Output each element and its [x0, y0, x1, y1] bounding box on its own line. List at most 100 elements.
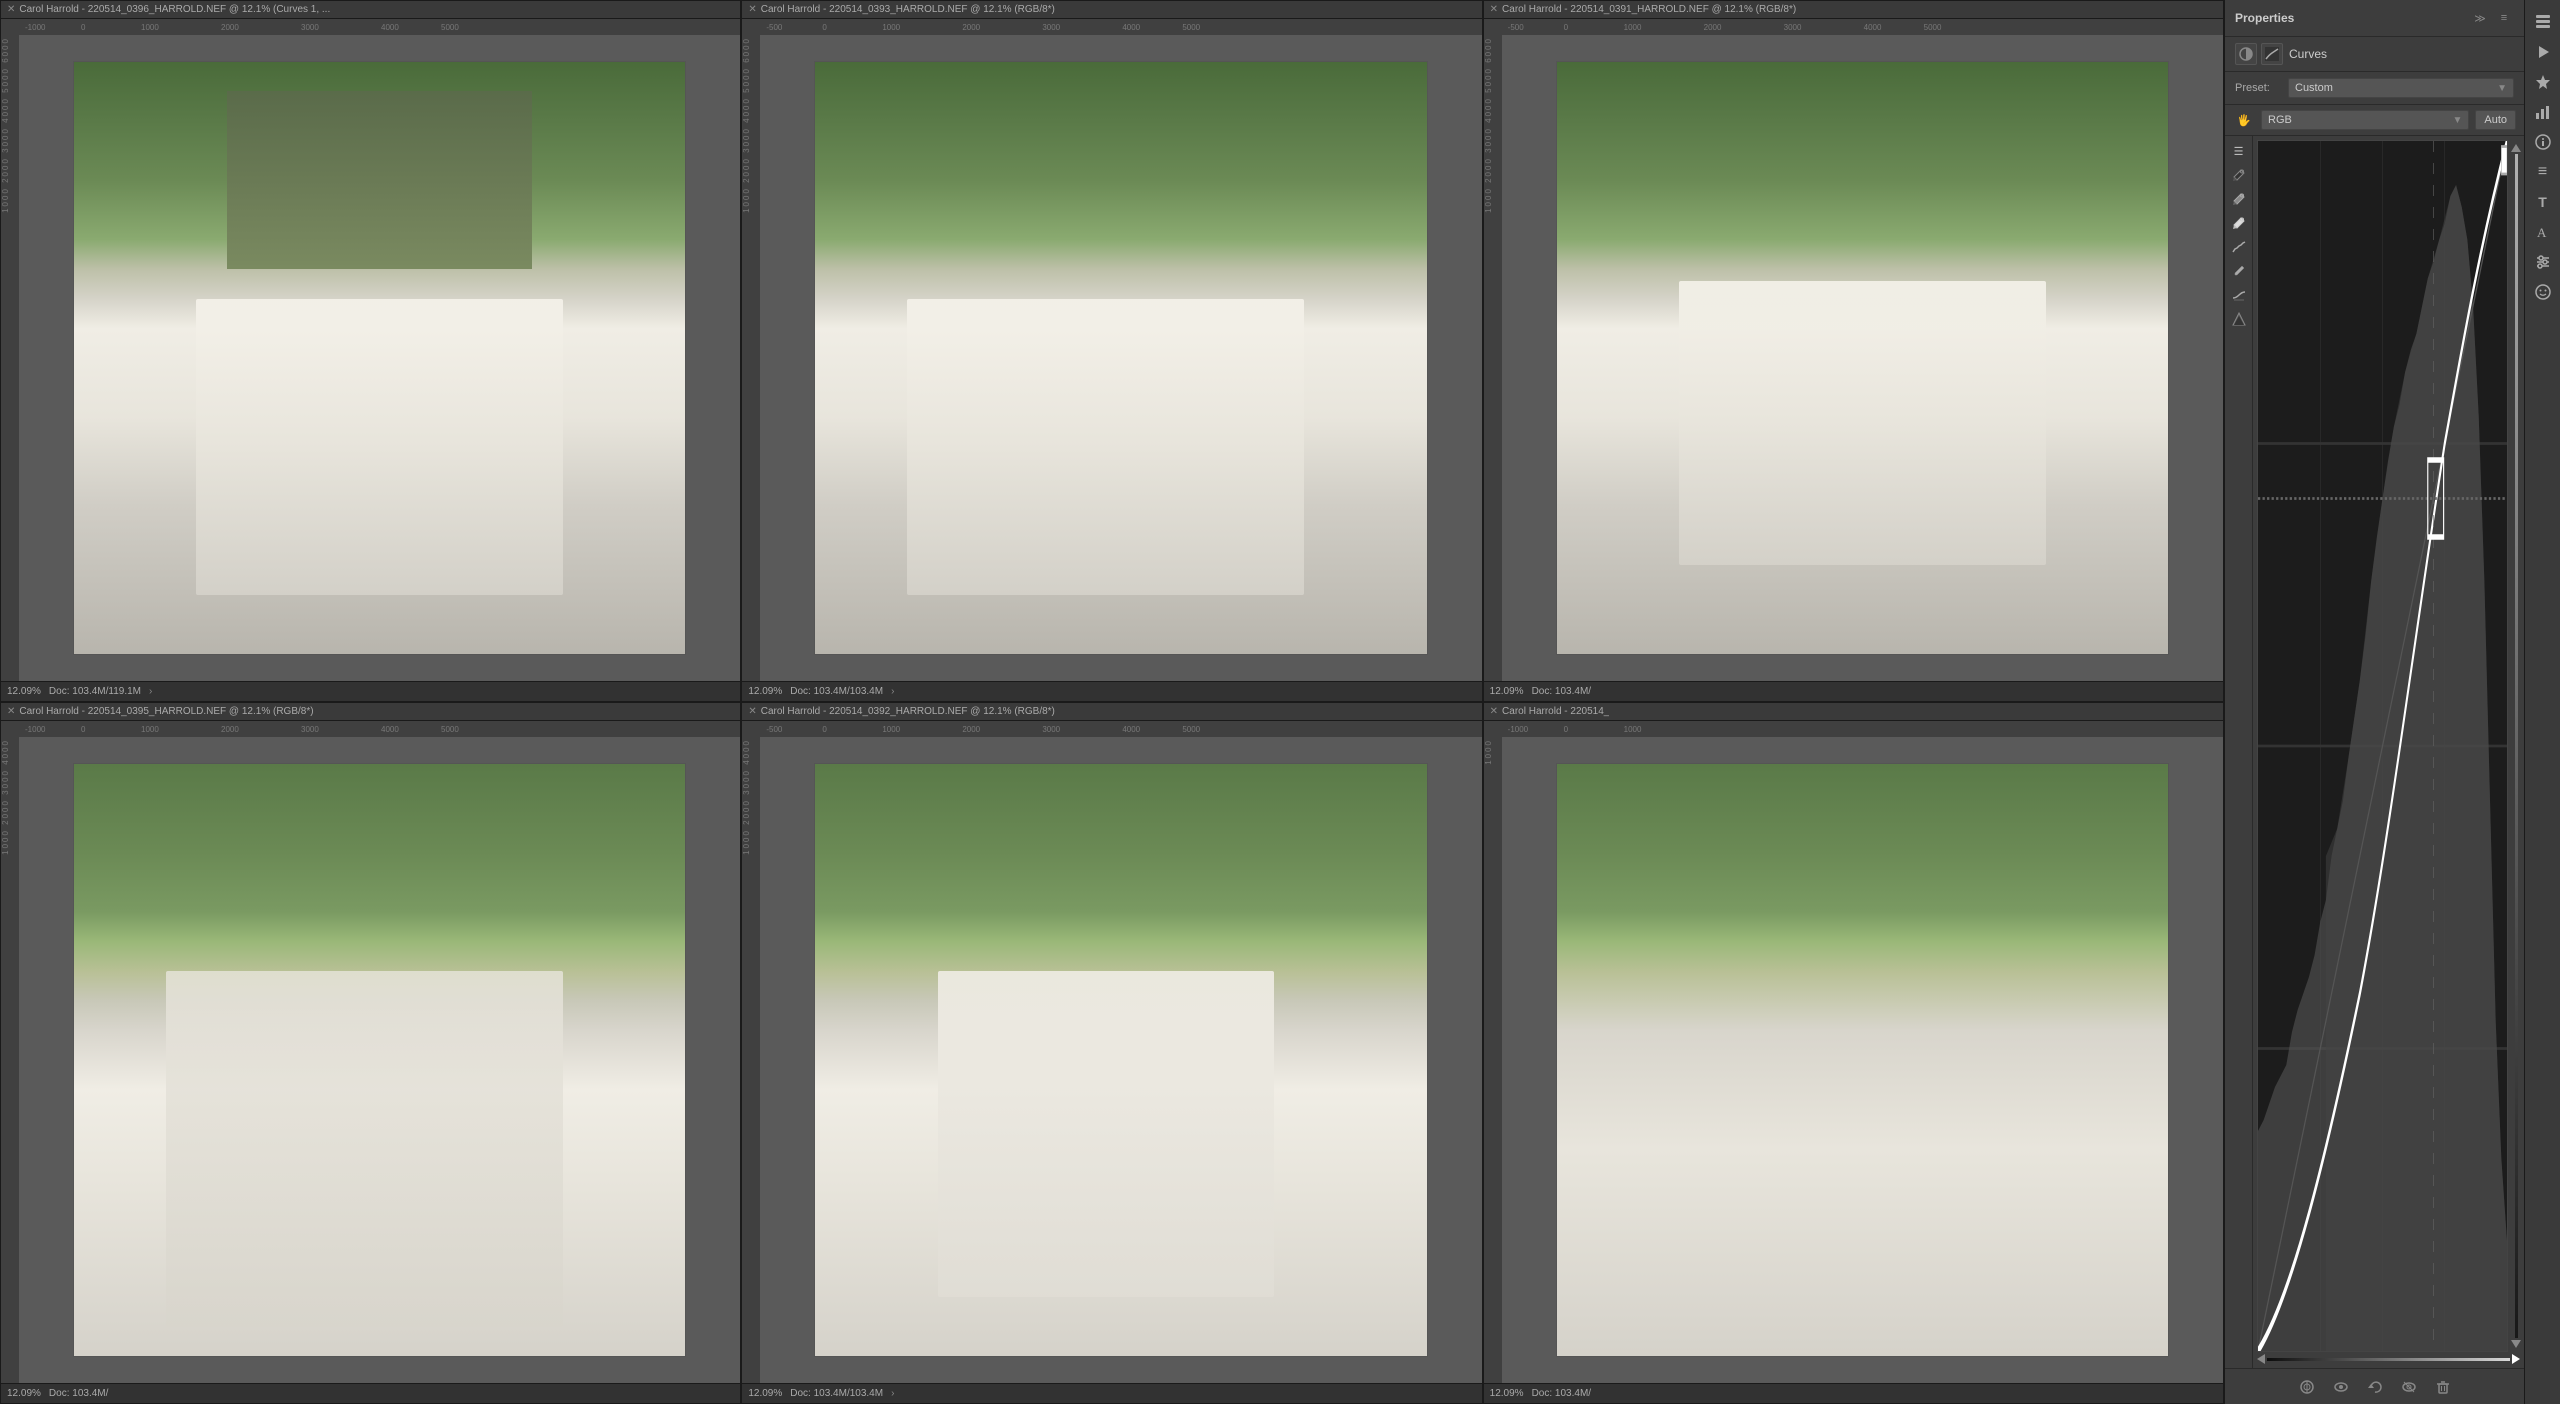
- info-toolbar-icon[interactable]: [2529, 128, 2557, 156]
- status-arrow-4[interactable]: ›: [891, 1388, 894, 1399]
- curves-graph-row: [2253, 136, 2524, 1352]
- adjustment-icon[interactable]: [2261, 43, 2283, 65]
- image-panel-3: ✕ Carol Harrold - 220514_0395_HARROLD.NE…: [0, 702, 741, 1404]
- preset-value: Custom: [2295, 82, 2333, 94]
- image-container-5: [1502, 737, 2223, 1383]
- properties-title: Properties: [2235, 11, 2294, 25]
- ruler-left-0: 1000 2000 3000 4000 5000 6000: [1, 35, 19, 681]
- panel-close-5[interactable]: ✕: [1490, 706, 1498, 717]
- eyedropper-gray-btn[interactable]: [2228, 188, 2250, 210]
- zoom-level-0: 12.09%: [7, 686, 41, 697]
- preset-label: Preset:: [2235, 82, 2280, 94]
- curves-main-section: ☰: [2225, 136, 2524, 1368]
- type-toolbar-icon[interactable]: T: [2529, 188, 2557, 216]
- panel-close-3[interactable]: ✕: [7, 706, 15, 717]
- visibility-toggle-button[interactable]: [2330, 1376, 2352, 1398]
- eye2-icon: [2401, 1379, 2417, 1395]
- preset-dropdown[interactable]: Custom ▼: [2288, 78, 2514, 98]
- character-toolbar-icon[interactable]: A: [2529, 218, 2557, 246]
- curves-svg: [2258, 141, 2507, 1351]
- status-arrow-0[interactable]: ›: [149, 686, 152, 697]
- curves-section-label: Curves: [2289, 47, 2327, 61]
- doc-size-4: Doc: 103.4M/103.4M: [790, 1388, 883, 1399]
- pencil-tool-btn[interactable]: [2228, 260, 2250, 282]
- panel-titlebar-5: ✕ Carol Harrold - 220514_: [1484, 703, 2223, 721]
- clipping-btn[interactable]: [2228, 308, 2250, 330]
- panel-close-0[interactable]: ✕: [7, 4, 15, 15]
- status-arrow-1[interactable]: ›: [891, 686, 894, 697]
- ruler-left-3: 1000 2000 3000 4000: [1, 737, 19, 1383]
- properties-toolbar-icon[interactable]: [2529, 248, 2557, 276]
- properties-bottom-toolbar: [2225, 1368, 2524, 1404]
- face-aware-toolbar-icon[interactable]: [2529, 278, 2557, 306]
- panel-menu-button[interactable]: ≡: [2494, 8, 2514, 28]
- image-container-1: [760, 35, 1481, 681]
- panel-close-4[interactable]: ✕: [748, 706, 756, 717]
- visibility2-button[interactable]: [2398, 1376, 2420, 1398]
- clip-mask-button[interactable]: [2296, 1376, 2318, 1398]
- reset-button[interactable]: [2364, 1376, 2386, 1398]
- ruler-area-2: 1000 2000 3000 4000 5000 6000: [1484, 35, 2223, 681]
- eyedropper-dark-btn[interactable]: [2228, 164, 2250, 186]
- ruler-left-5: 1000: [1484, 737, 1502, 1383]
- status-bar-4: 12.09% Doc: 103.4M/103.4M ›: [742, 1383, 1481, 1403]
- panel-close-2[interactable]: ✕: [1490, 4, 1498, 15]
- zoom-level-4: 12.09%: [748, 1388, 782, 1399]
- output-slider-top[interactable]: [2511, 144, 2521, 152]
- input-slider-left[interactable]: [2257, 1354, 2265, 1364]
- channel-row: 🖐 RGB ▼ Auto: [2225, 105, 2524, 136]
- bride-photo-2: [1556, 61, 2169, 655]
- histogram-toolbar-icon[interactable]: [2529, 98, 2557, 126]
- main-layout: ✕ Carol Harrold - 220514_0396_HARROLD.NE…: [0, 0, 2560, 1404]
- bride-photo-5: [1556, 763, 2169, 1357]
- properties-header: Properties ≫ ≡: [2225, 0, 2524, 37]
- expand-panel-button[interactable]: ≫: [2470, 8, 2490, 28]
- actions-toolbar-icon[interactable]: [2529, 68, 2557, 96]
- layers-toolbar-icon[interactable]: [2529, 8, 2557, 36]
- image-container-4: [760, 737, 1481, 1383]
- doc-size-5: Doc: 103.4M/: [1532, 1388, 1591, 1399]
- panel-close-1[interactable]: ✕: [748, 4, 756, 15]
- ruler-left-1: 1000 2000 3000 4000 5000 6000: [742, 35, 760, 681]
- status-bar-3: 12.09% Doc: 103.4M/: [1, 1383, 740, 1403]
- curves-hand-tool-btn[interactable]: 🖐: [2233, 109, 2255, 131]
- adjust-toolbar-icon[interactable]: ≡: [2529, 158, 2557, 186]
- smooth-icon: [2232, 288, 2246, 302]
- panel-title-3: Carol Harrold - 220514_0395_HARROLD.NEF …: [19, 706, 313, 717]
- image-container-0: [19, 35, 740, 681]
- channel-dropdown[interactable]: RGB ▼: [2261, 110, 2469, 130]
- mask-icon[interactable]: [2235, 43, 2257, 65]
- ruler-area-0: 1000 2000 3000 4000 5000 6000: [1, 35, 740, 681]
- output-slider-track: [2515, 154, 2518, 1338]
- curves-pencil-btn[interactable]: [2228, 236, 2250, 258]
- curves-tools-col: ☰: [2225, 136, 2253, 1368]
- eye-icon: [2333, 1379, 2349, 1395]
- eyedropper-white-btn[interactable]: [2228, 212, 2250, 234]
- doc-size-2: Doc: 103.4M/: [1532, 686, 1591, 697]
- output-slider-bottom[interactable]: [2511, 1340, 2521, 1348]
- eyedropper-dark-icon: [2232, 168, 2246, 182]
- curves-header: Curves: [2225, 37, 2524, 72]
- smooth-curves-btn[interactable]: [2228, 284, 2250, 306]
- doc-size-3: Doc: 103.4M/: [49, 1388, 108, 1399]
- doc-size-1: Doc: 103.4M/103.4M: [790, 686, 883, 697]
- far-right-toolbar: ≡ T A: [2524, 0, 2560, 1404]
- auto-button[interactable]: Auto: [2475, 110, 2516, 130]
- curves-graph[interactable]: [2257, 140, 2508, 1352]
- bride-photo-0: [73, 61, 686, 655]
- ruler-left-4: 1000 2000 3000 4000: [742, 737, 760, 1383]
- status-bar-5: 12.09% Doc: 103.4M/: [1484, 1383, 2223, 1403]
- play-svg-icon: [2534, 43, 2552, 61]
- play-toolbar-icon[interactable]: [2529, 38, 2557, 66]
- input-slider-right[interactable]: [2512, 1354, 2520, 1364]
- eyedropper-gray-icon: [2232, 192, 2246, 206]
- delete-button[interactable]: [2432, 1376, 2454, 1398]
- properties-svg-icon: [2534, 253, 2552, 271]
- input-slider-row: [2253, 1352, 2524, 1368]
- hand-tool-btn[interactable]: ☰: [2228, 140, 2250, 162]
- image-container-3: [19, 737, 740, 1383]
- ruler-area-4: 1000 2000 3000 4000: [742, 737, 1481, 1383]
- preset-row: Preset: Custom ▼: [2225, 72, 2524, 105]
- character-svg-icon: A: [2534, 223, 2552, 241]
- pencil-icon: [2232, 264, 2246, 278]
